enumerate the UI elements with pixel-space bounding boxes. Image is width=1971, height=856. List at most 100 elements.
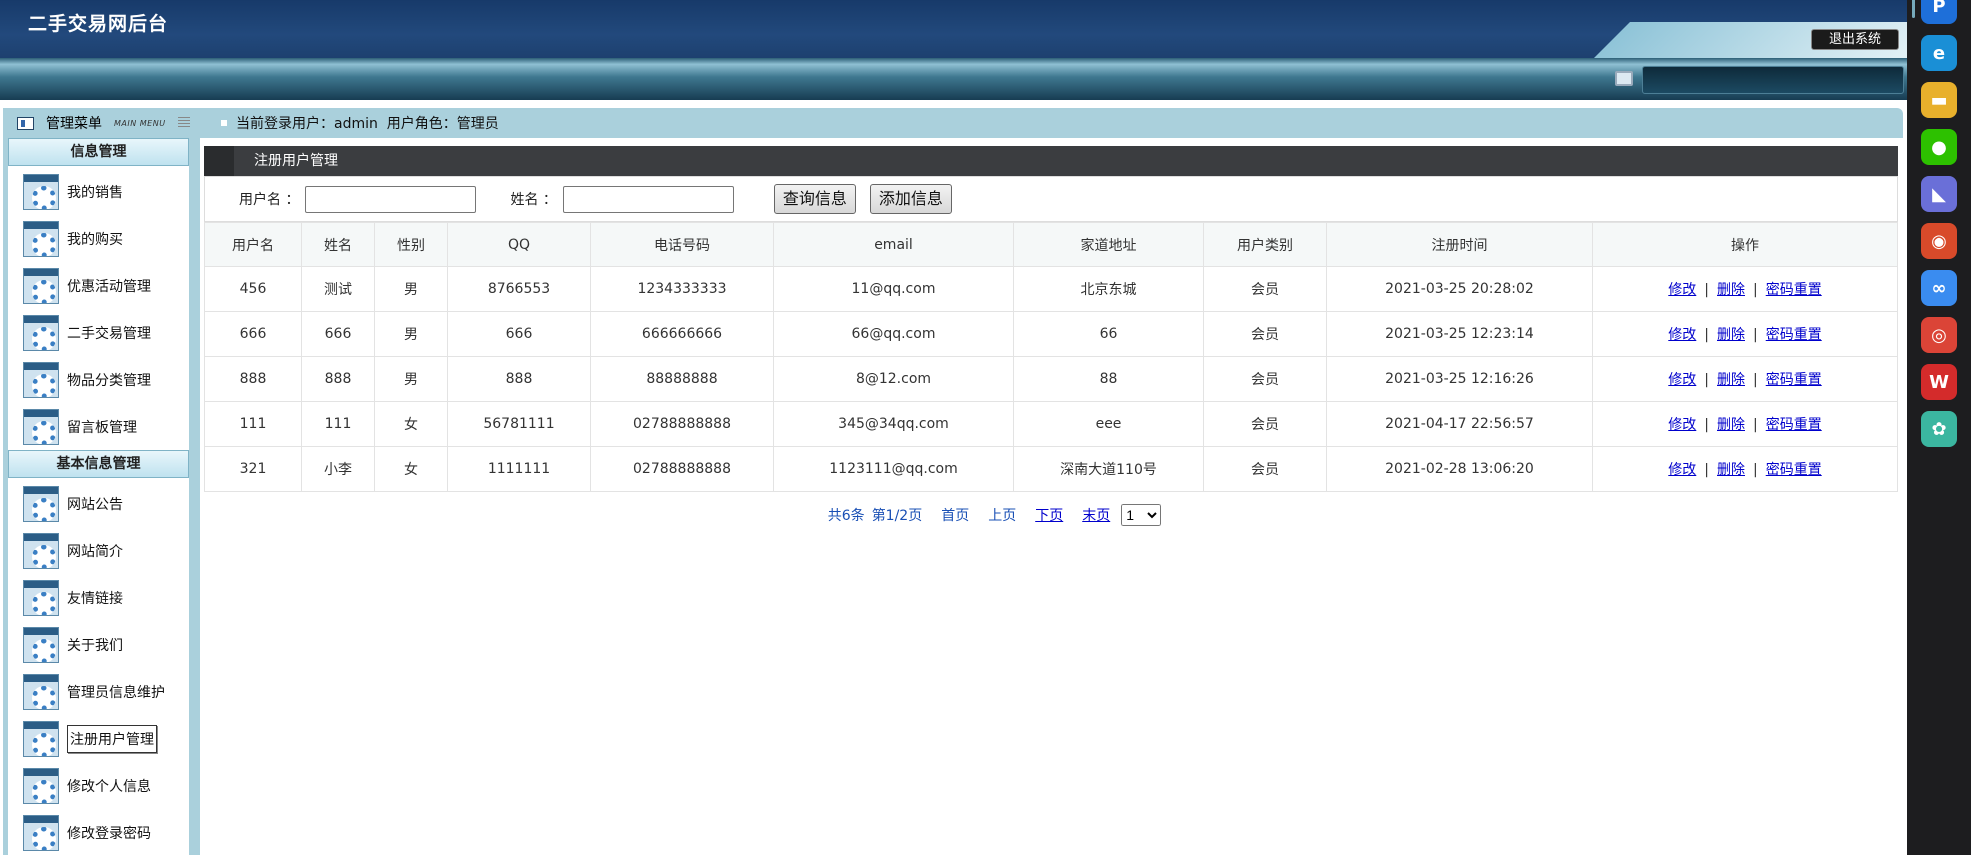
menu-collapse-icon[interactable]	[177, 117, 190, 129]
wechat-icon[interactable]: ●	[1921, 129, 1957, 165]
clover-icon[interactable]: ✿	[1921, 411, 1957, 447]
gear-icon	[23, 626, 59, 663]
page-select[interactable]: 1	[1121, 504, 1162, 526]
camera-icon[interactable]: ◉	[1921, 223, 1957, 259]
edit-link[interactable]: 修改	[1668, 327, 1696, 343]
column-header: 电话号码	[590, 222, 774, 267]
baidu-netdisk-icon[interactable]: ∞	[1921, 270, 1957, 306]
edit-link[interactable]: 修改	[1668, 462, 1696, 478]
table-cell: 56781111	[447, 401, 591, 447]
edit-link[interactable]: 修改	[1668, 372, 1696, 388]
column-header: QQ	[447, 222, 591, 267]
sidebar-item[interactable]: 网站简介	[8, 527, 189, 574]
sidebar-item[interactable]: 友情链接	[8, 574, 189, 621]
app-title: 二手交易网后台	[28, 13, 169, 35]
folder-icon[interactable]: ▬	[1921, 82, 1957, 118]
chrome-icon[interactable]: ◎	[1921, 317, 1957, 353]
header-subbar	[0, 58, 1907, 100]
content-panel: 注册用户管理 用户名 ： 姓名 ： 查询信息 添加信息 用户名 姓名 性别 QQ 电话号…	[200, 138, 1903, 855]
sidebar-item[interactable]: 我的销售	[8, 168, 189, 215]
table-cell: 北京东城	[1013, 266, 1204, 312]
table-cell: 2021-03-25 20:28:02	[1326, 266, 1593, 312]
sidebar-item[interactable]: 我的购买	[8, 215, 189, 262]
table-cell: 女	[374, 446, 448, 492]
table-cell: 1234333333	[590, 266, 774, 312]
section-basic-info-management[interactable]: 基本信息管理	[8, 450, 189, 478]
content: 当前登录用户：admin 用户角色：管理员 注册用户管理 用户名 ： 姓名 ： …	[200, 108, 1903, 855]
gear-icon	[23, 173, 59, 210]
wps-icon[interactable]: W	[1921, 364, 1957, 400]
logout-button[interactable]: 退出系统	[1811, 29, 1899, 50]
gear-icon	[23, 220, 59, 257]
reset-password-link[interactable]: 密码重置	[1766, 417, 1822, 433]
section-info-management[interactable]: 信息管理	[8, 138, 189, 166]
sidebar-item[interactable]: 物品分类管理	[8, 356, 189, 403]
reset-password-link[interactable]: 密码重置	[1766, 327, 1822, 343]
add-button[interactable]: 添加信息	[869, 184, 952, 214]
name-input[interactable]	[562, 185, 734, 213]
reset-password-link[interactable]: 密码重置	[1766, 282, 1822, 298]
sidebar-item[interactable]: 网站公告	[8, 480, 189, 527]
table-cell: 02788888888	[590, 446, 774, 492]
reset-password-link[interactable]: 密码重置	[1766, 462, 1822, 478]
main-area: 管理菜单 MAIN MENU 信息管理 我的销售 我的购买 优惠活动管理 二手交易管理…	[0, 100, 1907, 856]
table-cell: 111	[301, 401, 375, 447]
gear-icon	[23, 485, 59, 522]
sidebar-item[interactable]: 留言板管理	[8, 403, 189, 450]
gear-icon	[23, 720, 59, 757]
sidebar-item[interactable]: 修改个人信息	[8, 762, 189, 809]
gear-icon	[23, 408, 59, 445]
action-separator: |	[1704, 372, 1709, 388]
sidebar-item-label: 注册用户管理	[67, 724, 157, 753]
table-cell: 男	[374, 356, 448, 402]
table-row: 456 测试男 8766553 1234333333 11@qq.com 北京东城 会员 20…	[204, 266, 1898, 312]
search-bar: 用户名 ： 姓名 ： 查询信息 添加信息	[204, 176, 1898, 222]
reset-password-link[interactable]: 密码重置	[1766, 372, 1822, 388]
table-cell: 小李	[301, 446, 375, 492]
gear-icon	[23, 532, 59, 569]
edit-link[interactable]: 修改	[1668, 417, 1696, 433]
sidebar-item-label: 网站简介	[67, 543, 123, 560]
sidebar-item[interactable]: 关于我们	[8, 621, 189, 668]
delete-link[interactable]: 删除	[1717, 282, 1745, 298]
table-cell: 888	[447, 356, 591, 402]
edit-link[interactable]: 修改	[1668, 282, 1696, 298]
header-status-field	[1642, 66, 1904, 94]
table-cell: 11@qq.com	[773, 266, 1014, 312]
user-table: 用户名 姓名 性别 QQ 电话号码 email 家道地址 用户类别 注册时间 操作 456 测试男 8…	[204, 222, 1898, 492]
pager-prev: 上页	[988, 508, 1017, 524]
table-cell: 666	[204, 311, 302, 357]
edge-icon[interactable]: e	[1921, 35, 1957, 71]
sidebar-item[interactable]: 修改登录密码	[8, 809, 189, 856]
delete-link[interactable]: 删除	[1717, 327, 1745, 343]
dolphin-icon[interactable]: ◣	[1921, 176, 1957, 212]
actions-cell: 修改 | 删除 | 密码重置	[1592, 266, 1898, 312]
bullet-icon	[221, 120, 227, 126]
sidebar-item-label: 优惠活动管理	[67, 278, 151, 295]
table-cell: 1123111@qq.com	[773, 446, 1014, 492]
table-cell: 测试	[301, 266, 375, 312]
table-cell: 1111111	[447, 446, 591, 492]
table-cell: 男	[374, 266, 448, 312]
sidebar-item-label: 留言板管理	[67, 419, 137, 436]
delete-link[interactable]: 删除	[1717, 417, 1745, 433]
gear-icon	[23, 361, 59, 398]
sidebar-item[interactable]: 优惠活动管理	[8, 262, 189, 309]
table-cell: 会员	[1203, 266, 1327, 312]
query-button[interactable]: 查询信息	[773, 184, 856, 214]
p-app-icon[interactable]: P	[1921, 0, 1957, 24]
table-row: 888 888 男 888 88888888 8@12.com 88 会员 2021-03-25…	[204, 356, 1898, 402]
actions-cell: 修改 | 删除 | 密码重置	[1592, 401, 1898, 447]
gear-icon	[23, 267, 59, 304]
sidebar-item[interactable]: 二手交易管理	[8, 309, 189, 356]
username-input[interactable]	[305, 185, 477, 213]
table-cell: 会员	[1203, 446, 1327, 492]
delete-link[interactable]: 删除	[1717, 462, 1745, 478]
pager-next-link[interactable]: 下页	[1035, 505, 1063, 525]
sidebar-item[interactable]: 管理员信息维护	[8, 668, 189, 715]
delete-link[interactable]: 删除	[1717, 372, 1745, 388]
sidebar-item[interactable]: 注册用户管理	[8, 715, 189, 762]
table-cell: 8@12.com	[773, 356, 1014, 402]
pager-last-link[interactable]: 末页	[1082, 505, 1110, 525]
menu-icon	[17, 116, 34, 130]
